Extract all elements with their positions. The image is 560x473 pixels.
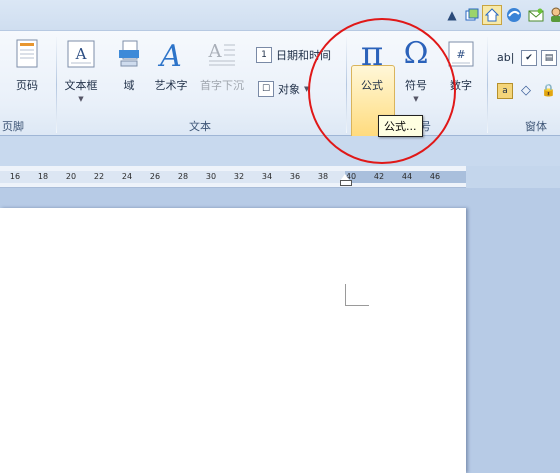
text-box-button[interactable]: A 文本框 ▼ xyxy=(64,37,98,103)
chevron-down-icon[interactable]: ▼ xyxy=(78,95,83,103)
group-label-text: 文本 xyxy=(189,120,211,133)
ribbon: 页码 A 文本框 ▼ 域 A 艺术字 A 首字下沉 1 日期和时间 ☐ 对象 ▼… xyxy=(0,30,560,143)
svg-text:#: # xyxy=(456,48,465,61)
page-number-label: 页码 xyxy=(16,79,38,92)
svg-text:A: A xyxy=(157,39,182,70)
ruler-tick-label: 38 xyxy=(317,172,329,181)
ruler-tick-label: 20 xyxy=(65,172,77,181)
equation-label: 公式 xyxy=(361,79,383,92)
ruler-tick-label: 26 xyxy=(149,172,161,181)
text-box-label: 文本框 xyxy=(64,79,98,92)
checkbox-icon: ✔ xyxy=(521,50,537,66)
text-box-icon: A xyxy=(64,37,98,71)
number-label: 数字 xyxy=(450,79,472,92)
horizontal-ruler[interactable]: 16 18 20 22 24 26 28 30 32 34 36 38 40 42 44 46 xyxy=(0,166,466,188)
group-label-controls: 窗体 xyxy=(525,120,547,133)
browser-icon[interactable] xyxy=(504,5,524,25)
envelope-icon[interactable] xyxy=(526,5,546,25)
lock-button[interactable]: 🔒 xyxy=(541,83,556,97)
calendar-icon: 1 xyxy=(256,47,272,63)
omega-icon: Ω xyxy=(403,36,429,71)
date-time-button[interactable]: 1 日期和时间 xyxy=(256,47,331,63)
document-page[interactable] xyxy=(0,208,466,473)
symbol-label: 符号 xyxy=(405,79,427,92)
list-icon: ▤ xyxy=(541,50,557,66)
object-label: 对象 xyxy=(278,83,300,96)
ruler-tick-label: 44 xyxy=(401,172,413,181)
field-button[interactable]: 域 xyxy=(112,37,146,93)
margin-corner-mark xyxy=(345,305,369,306)
ruler-tick-label: 22 xyxy=(93,172,105,181)
group-separator xyxy=(487,37,488,133)
object-button[interactable]: ☐ 对象 ▼ xyxy=(258,81,309,97)
number-icon: # xyxy=(444,37,478,71)
home-icon[interactable] xyxy=(482,5,502,25)
date-time-label: 日期和时间 xyxy=(276,49,331,62)
list-control-button[interactable]: ▤ xyxy=(541,50,557,66)
page-number-button[interactable]: 页码 xyxy=(10,37,44,93)
word-art-icon: A xyxy=(154,37,188,71)
label-control-button[interactable]: a xyxy=(497,83,513,99)
ruler-tick-label: 32 xyxy=(233,172,245,181)
chevron-up-icon[interactable]: ▲ xyxy=(442,5,462,25)
group-label-header-footer: 页脚 xyxy=(2,120,24,133)
number-button[interactable]: # 数字 xyxy=(444,37,478,93)
ruler-tick-label: 18 xyxy=(37,172,49,181)
group-separator xyxy=(346,37,347,133)
object-icon: ☐ xyxy=(258,81,274,97)
word-art-label: 艺术字 xyxy=(154,79,188,92)
word-art-button[interactable]: A 艺术字 xyxy=(154,37,188,93)
equation-tooltip: 公式... xyxy=(378,115,423,137)
indent-marker[interactable] xyxy=(340,174,352,186)
text-field-control-label: ab| xyxy=(497,51,515,64)
drop-cap-label: 首字下沉 xyxy=(200,79,244,92)
margin-corner-mark xyxy=(345,284,346,306)
drop-cap-icon: A xyxy=(205,37,239,71)
ruler-tick-label: 30 xyxy=(205,172,217,181)
ruler-tick-label: 16 xyxy=(9,172,21,181)
eraser-icon: ◇ xyxy=(521,83,531,98)
eraser-button[interactable]: ◇ xyxy=(521,83,531,98)
window-icon[interactable] xyxy=(462,5,482,25)
ruler-tick-label: 28 xyxy=(177,172,189,181)
page-number-icon xyxy=(10,37,44,71)
ruler-tick-label: 34 xyxy=(261,172,273,181)
group-separator xyxy=(56,37,57,133)
ruler-tick-label: 42 xyxy=(373,172,385,181)
title-strip: ▲ xyxy=(0,0,560,30)
pi-icon: π xyxy=(360,34,384,74)
field-icon xyxy=(112,37,146,71)
equation-button[interactable]: π 公式 xyxy=(355,37,389,93)
symbol-button[interactable]: Ω 符号 ▼ xyxy=(399,36,433,104)
ruler-tick-label: 36 xyxy=(289,172,301,181)
checkbox-control-button[interactable]: ✔ xyxy=(521,50,537,66)
lock-icon: 🔒 xyxy=(541,83,556,97)
field-label: 域 xyxy=(123,79,135,92)
chevron-down-icon[interactable]: ▼ xyxy=(304,85,309,93)
ruler-tick-label: 46 xyxy=(429,172,441,181)
chevron-down-icon[interactable]: ▼ xyxy=(413,95,418,103)
svg-text:A: A xyxy=(75,45,87,63)
ruler-tick-label: 24 xyxy=(121,172,133,181)
user-icon[interactable] xyxy=(546,5,560,25)
ribbon-bottom-strip xyxy=(0,136,560,166)
drop-cap-button[interactable]: A 首字下沉 xyxy=(200,37,244,93)
label-a-icon: a xyxy=(497,83,513,99)
svg-text:A: A xyxy=(208,41,223,62)
text-field-control-button[interactable]: ab| xyxy=(497,51,514,64)
